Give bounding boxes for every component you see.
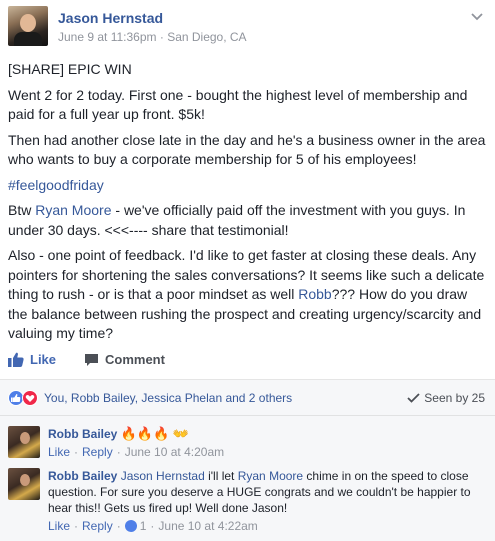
paragraph-text: Btw xyxy=(8,202,36,218)
post-meta: June 9 at 11:36pm · San Diego, CA xyxy=(58,30,247,44)
post-header: Jason Hernstad June 9 at 11:36pm · San D… xyxy=(8,6,488,46)
post-paragraph-2: Went 2 for 2 today. First one - bought t… xyxy=(8,86,468,123)
love-reaction-icon xyxy=(22,390,38,406)
comment-body: Robb Bailey 🔥🔥🔥 👐 Like · Reply · June 10… xyxy=(48,426,488,460)
mention-jason-hernstad[interactable]: Jason Hernstad xyxy=(121,469,205,483)
meta-dot: · xyxy=(74,445,79,459)
reaction-icons[interactable] xyxy=(8,390,42,406)
meta-dot: · xyxy=(116,445,121,459)
comment-text: Robb Bailey Jason Hernstad i'll let Ryan… xyxy=(48,468,488,516)
comment-item: Robb Bailey Jason Hernstad i'll let Ryan… xyxy=(8,468,488,538)
seen-by-label: Seen by 25 xyxy=(424,391,485,405)
comment-timestamp[interactable]: June 10 at 4:22am xyxy=(158,518,257,534)
post-paragraph-5: Btw Ryan Moore - we've officially paid o… xyxy=(8,201,488,240)
comment-label: Comment xyxy=(105,352,165,367)
avatar-shirt xyxy=(14,32,42,46)
comments-section: Robb Bailey 🔥🔥🔥 👐 Like · Reply · June 10… xyxy=(0,416,495,541)
hashtag-link[interactable]: #feelgoodfriday xyxy=(8,177,104,193)
commenter-avatar[interactable] xyxy=(8,426,40,458)
like-button[interactable]: Like xyxy=(8,352,56,367)
seen-by[interactable]: Seen by 25 xyxy=(407,391,485,405)
chevron-down-icon[interactable] xyxy=(470,12,484,22)
comment-text-part: i'll let xyxy=(204,469,238,483)
comment-meta: Like · Reply · June 10 at 4:20am xyxy=(48,444,488,460)
comment-like-count-icon xyxy=(124,520,137,532)
facebook-post: Jason Hernstad June 9 at 11:36pm · San D… xyxy=(0,0,495,541)
reaction-summary[interactable]: You, Robb Bailey, Jessica Phelan and 2 o… xyxy=(44,391,292,405)
reactions-bar: You, Robb Bailey, Jessica Phelan and 2 o… xyxy=(0,380,495,416)
comment-bubble-icon xyxy=(85,353,98,366)
commenter-avatar[interactable] xyxy=(8,468,40,500)
checkmark-icon xyxy=(407,393,420,403)
post-paragraph-4: #feelgoodfriday xyxy=(8,176,488,196)
comment-timestamp[interactable]: June 10 at 4:20am xyxy=(125,444,224,460)
post-body: [SHARE] EPIC WIN Went 2 for 2 today. Fir… xyxy=(8,60,488,350)
post-actions: Like Comment xyxy=(8,352,488,372)
commenter-name[interactable]: Robb Bailey xyxy=(48,427,117,441)
author-name[interactable]: Jason Hernstad xyxy=(58,10,163,26)
comment-body: Robb Bailey Jason Hernstad i'll let Ryan… xyxy=(48,468,488,534)
post-paragraph-6: Also - one point of feedback. I'd like t… xyxy=(8,246,488,344)
avatar-face xyxy=(20,14,36,32)
meta-dot: · xyxy=(116,519,121,533)
comment-like-link[interactable]: Like xyxy=(48,518,70,534)
meta-separator: · xyxy=(156,30,168,44)
commenter-name[interactable]: Robb Bailey xyxy=(48,469,117,483)
mention-robb[interactable]: Robb xyxy=(298,286,331,302)
comment-emoji: 🔥🔥🔥 👐 xyxy=(120,426,190,441)
comment-reply-link[interactable]: Reply xyxy=(82,444,113,460)
comment-like-link[interactable]: Like xyxy=(48,444,70,460)
comment-button[interactable]: Comment xyxy=(84,352,165,367)
meta-dot: · xyxy=(150,519,155,533)
mention-ryan-moore[interactable]: Ryan Moore xyxy=(35,202,111,218)
post-location[interactable]: San Diego, CA xyxy=(167,30,246,44)
post-timestamp[interactable]: June 9 at 11:36pm xyxy=(58,30,157,44)
comment-item: Robb Bailey 🔥🔥🔥 👐 Like · Reply · June 10… xyxy=(8,426,488,466)
comment-meta: Like · Reply · 1 · June 10 at 4:22am xyxy=(48,518,488,534)
mention-ryan-moore[interactable]: Ryan Moore xyxy=(238,469,303,483)
author-avatar[interactable] xyxy=(8,6,48,46)
comment-reply-link[interactable]: Reply xyxy=(82,518,113,534)
like-label: Like xyxy=(30,352,57,367)
thumbs-up-icon xyxy=(8,352,24,367)
post-paragraph-1: [SHARE] EPIC WIN xyxy=(8,61,132,77)
post-paragraph-3: Then had another close late in the day a… xyxy=(8,131,486,168)
meta-dot: · xyxy=(74,519,79,533)
comment-like-count[interactable]: 1 xyxy=(140,518,147,534)
